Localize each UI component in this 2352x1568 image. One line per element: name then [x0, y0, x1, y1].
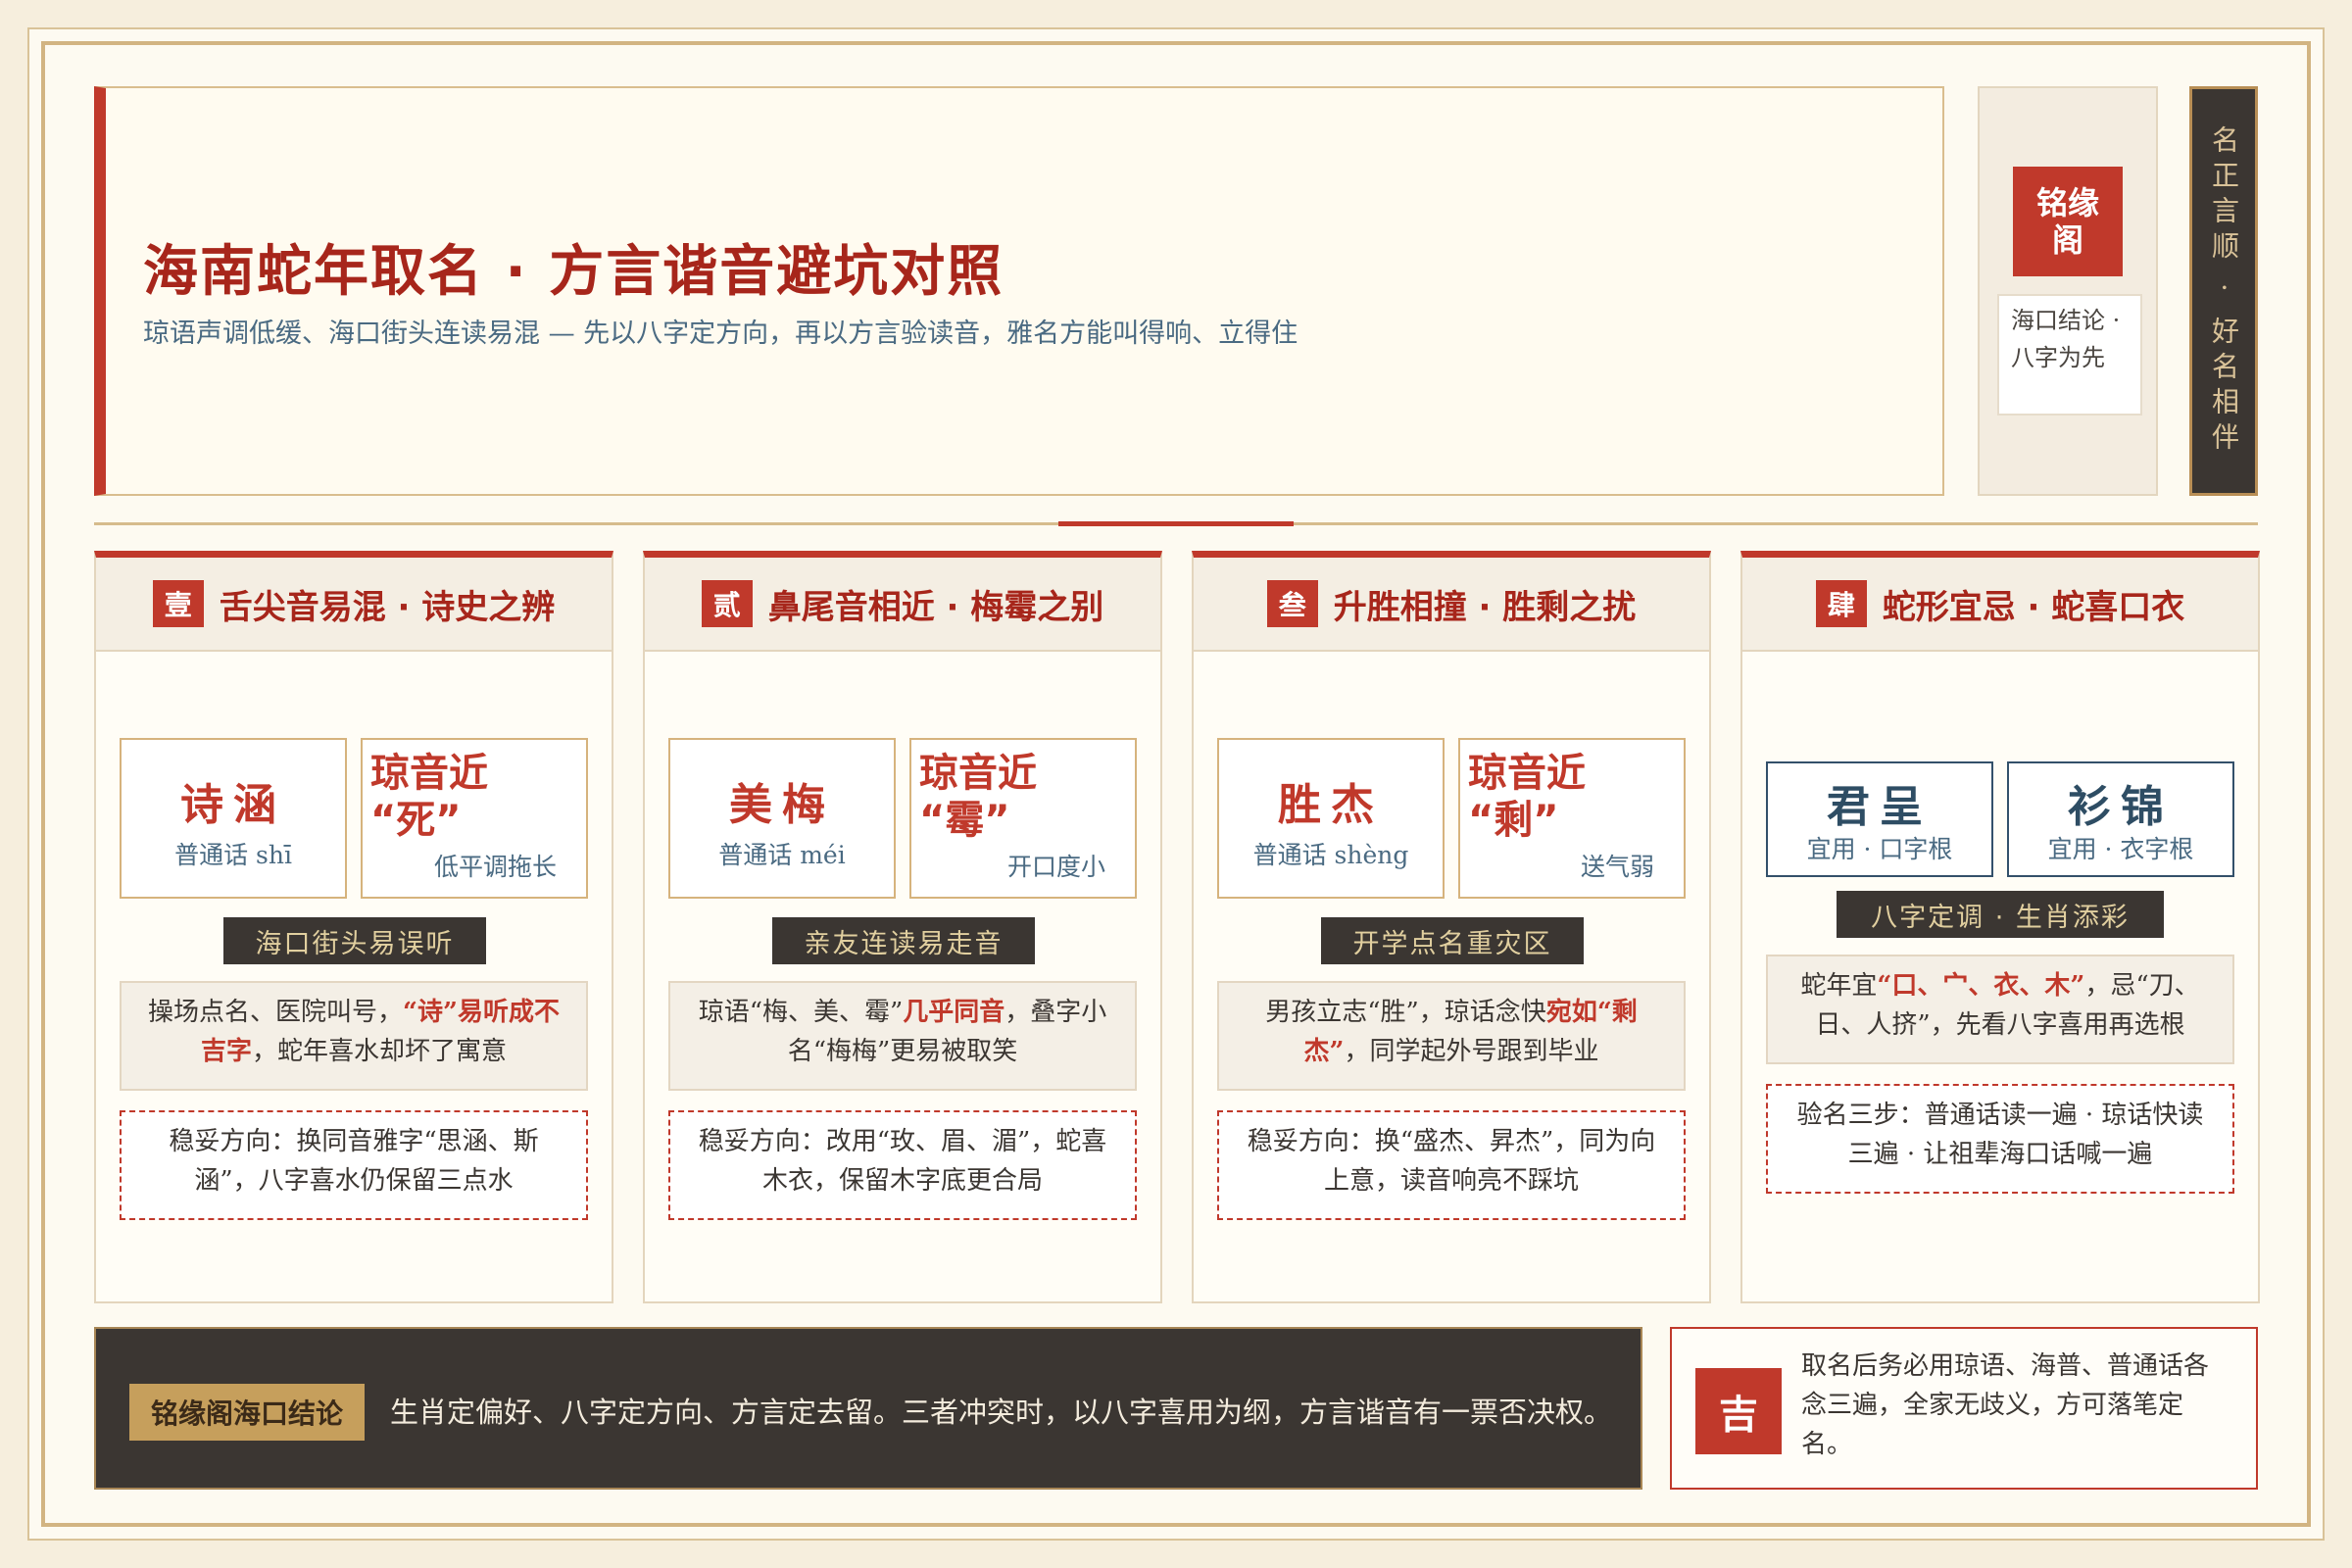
brand-seal-line1: 铭缘	[2035, 184, 2099, 221]
info-text: 蛇年宜	[1800, 971, 1878, 1001]
info-highlight: 几乎同音	[903, 998, 1005, 1027]
name-pinyin: 普通话 shī	[174, 841, 292, 869]
warning-note: 送气弱	[1580, 853, 1654, 881]
brand-seal-line2: 阁	[2051, 221, 2083, 259]
scenario-tag: 亲友连读易走音	[772, 917, 1035, 964]
tip-box: 稳妥方向：换同音雅字“思涵、斯涵”，八字喜水仍保留三点水	[120, 1110, 588, 1220]
card-header: 肆 蛇形宜忌 · 蛇喜口衣	[1742, 558, 2258, 652]
scenario-tag: 八字定调 · 生肖添彩	[1837, 891, 2164, 938]
card-badge: 肆	[1815, 580, 1867, 627]
page-title: 海南蛇年取名 · 方言谐音避坑对照	[143, 240, 1004, 304]
warning-line2: “霉”	[919, 798, 1010, 843]
info-highlight: “口、宀、衣、木”	[1877, 971, 2085, 1001]
card-badge: 贰	[701, 580, 753, 627]
name-pinyin: 普通话 shèng	[1252, 841, 1409, 869]
lucky-seal: 吉	[1695, 1368, 1782, 1454]
explanation-box: 操场点名、医院叫号，“诗”易听成不吉字，蛇年喜水却坏了寓意	[120, 981, 588, 1091]
name-pinyin: 普通话 méi	[718, 841, 846, 869]
tip-box: 验名三步：普通话读一遍 · 琼话快读三遍 · 让祖辈海口话喊一遍	[1766, 1084, 2234, 1194]
info-text: ，同学起外号跟到毕业	[1344, 1037, 1599, 1066]
info-text: 琼语“梅、美、霉”	[698, 998, 904, 1027]
warning-line1: 琼音近	[919, 751, 1037, 796]
reminder-panel: 吉 取名后务必用琼语、海普、普通话各念三遍，全家无歧义，方可落笔定名。	[1670, 1327, 2258, 1490]
conclusion-panel: 铭缘阁海口结论 生肖定偏好、八字定方向、方言定去留。三者冲突时，以八字喜用为纲，…	[94, 1327, 1642, 1490]
card-badge: 叁	[1266, 580, 1318, 627]
page-subtitle: 琼语声调低缓、海口街头连读易混 — 先以八字定方向，再以方言验读音，雅名方能叫得…	[143, 318, 1298, 349]
warning-line2: “剩”	[1468, 798, 1559, 843]
name-chars: 美梅	[729, 780, 835, 830]
motto-strip: 名正言顺 · 好名相伴	[2189, 86, 2258, 496]
dialect-warning: 琼音近 “霉” 开口度小	[909, 738, 1137, 899]
recommended-name-2: 衫锦 宜用 · 衣字根	[2007, 761, 2234, 877]
name-chars: 诗涵	[180, 780, 286, 830]
card-1: 壹 舌尖音易混 · 诗史之辨 诗涵 普通话 shī 琼音近 “死” 低平调拖长 …	[94, 551, 613, 1303]
warning-note: 开口度小	[1006, 853, 1105, 881]
name-note: 宜用 · 口字根	[1806, 835, 1953, 863]
name-chars: 衫锦	[2068, 782, 2174, 832]
recommended-name-1: 君呈 宜用 · 口字根	[1766, 761, 1993, 877]
conclusion-text: 生肖定偏好、八字定方向、方言定去留。三者冲突时，以八字喜用为纲，方言谐音有一票否…	[390, 1396, 1613, 1429]
conclusion-tag: 铭缘阁海口结论	[129, 1384, 366, 1441]
explanation-box: 蛇年宜“口、宀、衣、木”，忌“刀、日、人挤”，先看八字喜用再选根	[1766, 955, 2234, 1064]
card-title: 鼻尾音相近 · 梅霉之别	[767, 587, 1104, 627]
brand-seal: 铭缘阁	[2013, 167, 2123, 276]
warning-note: 低平调拖长	[433, 853, 557, 881]
card-header: 叁 升胜相撞 · 胜剩之扰	[1194, 558, 1709, 652]
scenario-tag: 海口街头易误听	[223, 917, 486, 964]
dialect-warning: 琼音近 “死” 低平调拖长	[361, 738, 588, 899]
warning-line2: “死”	[370, 798, 462, 843]
card-header: 壹 舌尖音易混 · 诗史之辨	[96, 558, 612, 652]
brand-note: 海口结论 · 八字为先	[1997, 294, 2142, 416]
info-text: ，蛇年喜水却坏了寓意	[252, 1037, 508, 1066]
name-note: 宜用 · 衣字根	[2047, 835, 2194, 863]
name-chars: 胜杰	[1278, 780, 1384, 830]
name-example: 美梅 普通话 méi	[668, 738, 896, 899]
info-text: 男孩立志“胜”，琼话念快	[1265, 998, 1546, 1027]
name-chars: 君呈	[1827, 782, 1933, 832]
brand-panel: 铭缘阁 海口结论 · 八字为先	[1978, 86, 2158, 496]
motto-text: 名正言顺 · 好名相伴	[2208, 124, 2240, 458]
name-example: 胜杰 普通话 shèng	[1217, 738, 1445, 899]
header-panel: 海南蛇年取名 · 方言谐音避坑对照 琼语声调低缓、海口街头连读易混 — 先以八字…	[94, 86, 1944, 496]
explanation-box: 琼语“梅、美、霉”几乎同音，叠字小名“梅梅”更易被取笑	[668, 981, 1137, 1091]
warning-line1: 琼音近	[1468, 751, 1586, 796]
warning-line1: 琼音近	[370, 751, 488, 796]
tip-box: 稳妥方向：改用“玫、眉、湄”，蛇喜木衣，保留木字底更合局	[668, 1110, 1137, 1220]
card-4: 肆 蛇形宜忌 · 蛇喜口衣 君呈 宜用 · 口字根 衫锦 宜用 · 衣字根 八字…	[1740, 551, 2260, 1303]
card-badge: 壹	[152, 580, 204, 627]
warning-chars: 琼音近 “剩”	[1468, 750, 1684, 844]
reminder-text: 取名后务必用琼语、海普、普通话各念三遍，全家无歧义，方可落笔定名。	[1801, 1351, 2210, 1459]
card-2: 贰 鼻尾音相近 · 梅霉之别 美梅 普通话 méi 琼音近 “霉” 开口度小 亲…	[643, 551, 1162, 1303]
name-example: 诗涵 普通话 shī	[120, 738, 347, 899]
card-title: 升胜相撞 · 胜剩之扰	[1333, 587, 1637, 627]
warning-chars: 琼音近 “霉”	[919, 750, 1135, 844]
explanation-box: 男孩立志“胜”，琼话念快宛如“剩杰”，同学起外号跟到毕业	[1217, 981, 1686, 1091]
divider-accent	[1058, 521, 1294, 526]
card-3: 叁 升胜相撞 · 胜剩之扰 胜杰 普通话 shèng 琼音近 “剩” 送气弱 开…	[1192, 551, 1711, 1303]
info-text: 操场点名、医院叫号，	[148, 998, 404, 1027]
tip-box: 稳妥方向：换“盛杰、昇杰”，同为向上意，读音响亮不踩坑	[1217, 1110, 1686, 1220]
scenario-tag: 开学点名重灾区	[1321, 917, 1584, 964]
card-title: 舌尖音易混 · 诗史之辨	[219, 587, 556, 627]
dialect-warning: 琼音近 “剩” 送气弱	[1458, 738, 1686, 899]
warning-chars: 琼音近 “死”	[370, 750, 586, 844]
card-header: 贰 鼻尾音相近 · 梅霉之别	[645, 558, 1160, 652]
card-title: 蛇形宜忌 · 蛇喜口衣	[1882, 587, 2185, 627]
